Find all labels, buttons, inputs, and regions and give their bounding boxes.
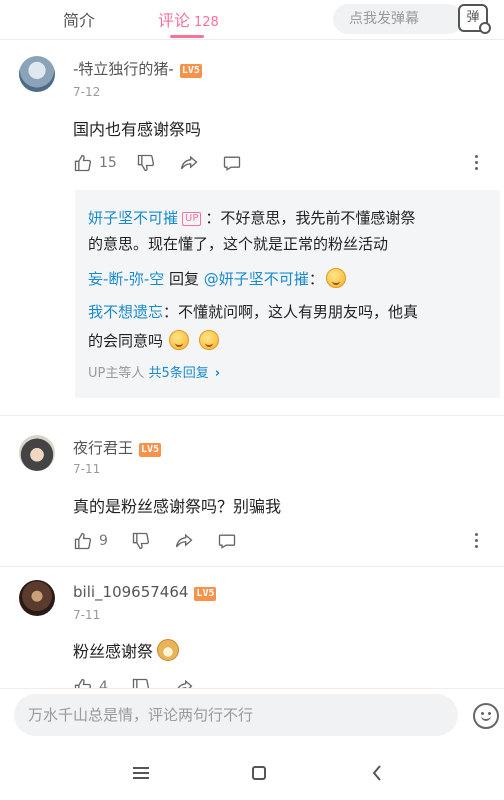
share-icon: [175, 533, 193, 548]
reply-line: 妍子坚不可摧 UP ：不好意思，我先前不懂感谢祭: [88, 208, 415, 228]
comment-actions: 4: [73, 676, 493, 688]
comment-text: 国内也有感谢祭吗: [73, 120, 202, 139]
comment-input[interactable]: 万水千山总是情，评论两句行不行: [14, 694, 458, 736]
comment-date: 7-11: [73, 462, 101, 476]
reply-text-continued: 的会同意吗: [88, 330, 221, 351]
thumbs-down-icon: [132, 678, 150, 688]
reply-connector: 回复: [164, 270, 204, 288]
comment-text: 真的是粉丝感谢祭吗？别骗我: [73, 497, 282, 516]
thumbs-down-icon: [137, 154, 155, 172]
reply-line: 我不想遗忘：不懂就问啊，这人有男朋友吗，他真: [88, 302, 418, 322]
thumbs-up-icon: [74, 532, 92, 550]
level-badge: LV5: [139, 443, 162, 457]
share-button[interactable]: [179, 152, 199, 174]
comment-actions: 15: [73, 152, 493, 174]
username[interactable]: 夜行君王 LV5: [73, 437, 162, 458]
like-count: 9: [99, 533, 108, 549]
home-icon[interactable]: [252, 766, 266, 780]
reply-button[interactable]: [222, 152, 242, 174]
avatar[interactable]: [19, 435, 55, 471]
level-badge: LV5: [179, 64, 202, 78]
comment-bubble-icon: [223, 156, 241, 171]
like-button[interactable]: 15: [73, 152, 117, 174]
more-replies-prefix: UP主等人: [88, 366, 149, 381]
reply-text-continued: 的意思。现在懂了，这个就是正常的粉丝活动: [88, 235, 389, 253]
reply-username[interactable]: 妄-断-弥-空: [88, 270, 164, 288]
reply-mention[interactable]: @妍子坚不可摧: [204, 270, 309, 288]
like-button[interactable]: 9: [73, 530, 108, 552]
doge-emoji-icon: [157, 639, 180, 661]
like-count: 4: [99, 679, 108, 688]
view-more-replies[interactable]: UP主等人 共5条回复 ›: [88, 362, 220, 381]
share-icon: [180, 155, 198, 170]
share-button[interactable]: [174, 676, 194, 688]
up-badge: UP: [182, 212, 202, 226]
more-options-icon[interactable]: [473, 152, 479, 172]
reply-button[interactable]: [217, 530, 237, 552]
username-text: 夜行君王: [73, 439, 134, 457]
emoji-sticker-icon: [199, 330, 220, 350]
emoji-picker-icon[interactable]: [473, 703, 499, 729]
reply-username[interactable]: 我不想遗忘: [88, 303, 163, 321]
username-text: bili_109657464: [73, 583, 189, 601]
dislike-button[interactable]: [136, 152, 156, 174]
comment-text: 粉丝感谢祭: [73, 638, 180, 662]
more-replies-link[interactable]: 共5条回复: [149, 366, 209, 381]
comment-bubble-icon: [218, 534, 236, 549]
reply-text: 的会同意吗: [88, 332, 164, 350]
chevron-right-icon: ›: [214, 366, 221, 381]
reply-text: ：不懂就问啊，这人有男朋友吗，他真: [163, 303, 419, 321]
reply-colon: ：: [308, 270, 324, 288]
like-button[interactable]: 4: [73, 676, 108, 688]
avatar[interactable]: [19, 580, 55, 616]
username-text: -特立独行的猪-: [73, 60, 174, 78]
thumbs-up-icon: [74, 678, 92, 688]
comment-date: 7-12: [73, 85, 101, 99]
share-button[interactable]: [174, 530, 194, 552]
username[interactable]: bili_109657464 LV5: [73, 583, 217, 601]
dislike-button[interactable]: [131, 676, 151, 688]
comment-actions: 9: [73, 530, 493, 552]
dislike-button[interactable]: [131, 530, 151, 552]
system-nav-bar: [0, 748, 504, 800]
emoji-sticker-icon: [169, 330, 190, 350]
comment-text-content: 粉丝感谢祭: [73, 642, 154, 661]
reply-text: ：不好意思，我先前不懂感谢祭: [205, 209, 416, 227]
more-options-icon[interactable]: [473, 530, 479, 550]
divider: [0, 415, 504, 416]
comment-item: -特立独行的猪- LV5 7-12 国内也有感谢祭吗 15 妍子坚不可摧 UP ：不好…: [0, 0, 504, 410]
reply-line: 妄-断-弥-空 回复 @妍子坚不可摧：: [88, 268, 348, 289]
back-icon[interactable]: [372, 765, 382, 781]
level-badge: LV5: [194, 587, 217, 601]
reply-preview-box[interactable]: 妍子坚不可摧 UP ：不好意思，我先前不懂感谢祭 的意思。现在懂了，这个就是正常的粉…: [75, 190, 500, 398]
menu-icon[interactable]: [133, 767, 149, 779]
username[interactable]: -特立独行的猪- LV5: [73, 58, 202, 79]
comment-date: 7-11: [73, 608, 101, 622]
divider: [0, 566, 504, 567]
comment-input-bar: 万水千山总是情，评论两句行不行: [0, 688, 504, 748]
share-icon: [177, 679, 193, 688]
avatar[interactable]: [19, 56, 55, 92]
reply-username[interactable]: 妍子坚不可摧: [88, 209, 178, 227]
thumbs-up-icon: [74, 154, 92, 172]
thumbs-down-icon: [132, 532, 150, 550]
like-count: 15: [99, 155, 117, 171]
emoji-sticker-icon: [325, 268, 346, 288]
